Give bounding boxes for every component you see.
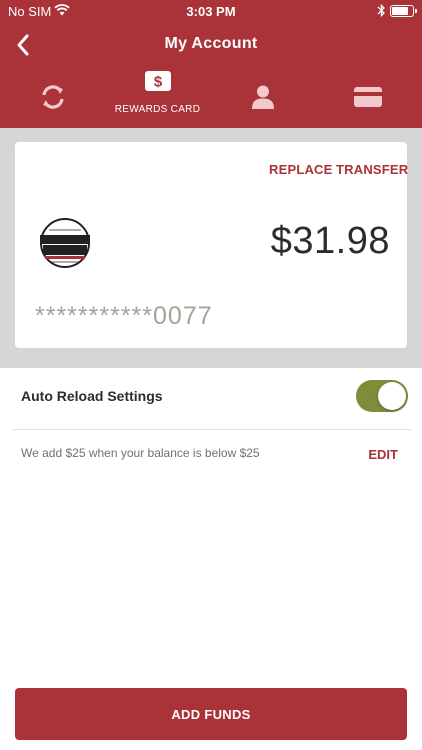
card-balance: $31.98 bbox=[270, 220, 390, 262]
header: My Account $ REWARDS CARD bbox=[0, 24, 422, 128]
status-bar: No SIM 3:03 PM bbox=[0, 0, 422, 24]
auto-reload-description: We add $25 when your balance is below $2… bbox=[21, 446, 260, 460]
battery-icon bbox=[390, 5, 417, 17]
rewards-card: REPLACE TRANSFER $31.98 ***********0077 bbox=[15, 142, 408, 348]
bluetooth-icon bbox=[377, 3, 385, 18]
brueggers-logo bbox=[40, 218, 90, 268]
add-funds-button[interactable]: ADD FUNDS bbox=[15, 688, 407, 740]
tab-refresh[interactable] bbox=[0, 66, 105, 128]
auto-reload-row: Auto Reload Settings bbox=[0, 368, 422, 428]
divider bbox=[12, 429, 412, 430]
replace-link[interactable]: REPLACE bbox=[269, 162, 333, 177]
card-number: ***********0077 bbox=[35, 302, 213, 330]
dollar-card-icon: $ bbox=[144, 71, 171, 91]
clock: 3:03 PM bbox=[186, 4, 236, 19]
credit-card-icon bbox=[353, 87, 382, 107]
refresh-icon bbox=[41, 85, 64, 109]
tab-rewards-card-label: REWARDS CARD bbox=[114, 104, 201, 115]
svg-text:$: $ bbox=[153, 74, 162, 91]
card-area: REPLACE TRANSFER $31.98 ***********0077 bbox=[0, 128, 422, 368]
tab-profile[interactable] bbox=[210, 66, 315, 128]
tab-rewards-card[interactable]: $ REWARDS CARD bbox=[105, 66, 210, 128]
account-tabs: $ REWARDS CARD bbox=[0, 66, 422, 128]
person-icon bbox=[251, 85, 274, 109]
auto-reload-title: Auto Reload Settings bbox=[21, 388, 163, 404]
tab-payment[interactable] bbox=[315, 66, 420, 128]
auto-reload-toggle[interactable] bbox=[356, 380, 408, 412]
transfer-link[interactable]: TRANSFER bbox=[336, 162, 408, 177]
edit-auto-reload-link[interactable]: EDIT bbox=[368, 447, 398, 462]
toggle-knob bbox=[378, 382, 406, 410]
page-title: My Account bbox=[164, 35, 258, 52]
